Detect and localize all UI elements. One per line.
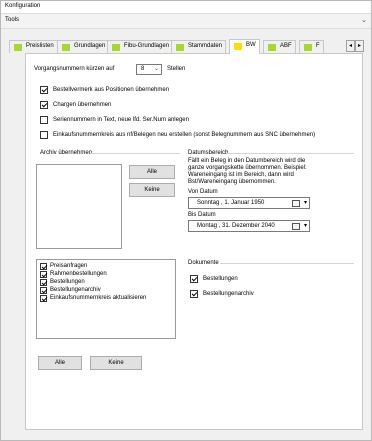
alle-button[interactable]: Alle: [38, 356, 82, 370]
archiv-keine-button[interactable]: Keine: [129, 183, 175, 197]
chevron-down-icon[interactable]: ▾: [304, 199, 307, 206]
bw-panel: Vorgangsnummern kürzen auf 8 ⌄ Stellen B…: [25, 53, 363, 430]
preisanfragen-label: Preisanfragen: [50, 263, 88, 269]
tools-label: Tools: [5, 17, 20, 23]
von-datum-picker[interactable]: Sonntag , 1. Januar 1950 ▾: [188, 197, 310, 209]
configuration-window: Konfiguration Tools ⌄ Preislisten Grundl…: [0, 0, 372, 441]
belegarten-checklist: Preisanfragen Rahmenbestellungen Bestell…: [36, 259, 176, 339]
vorgangsnummer-select[interactable]: 8 ⌄: [136, 64, 162, 75]
option-seriennummern-checkbox[interactable]: [40, 116, 48, 124]
tab-label: ABF: [280, 43, 292, 49]
calendar-icon[interactable]: [292, 223, 300, 230]
tab-color-icon: [112, 44, 120, 51]
tab-f[interactable]: F: [299, 40, 324, 53]
calendar-icon[interactable]: [292, 200, 300, 207]
option-chargen-checkbox[interactable]: [40, 101, 48, 109]
chevron-down-icon[interactable]: ▾: [304, 222, 307, 229]
divider: [226, 153, 354, 154]
bestellungen-label: Bestellungen: [50, 279, 85, 285]
datumsbereich-note: Fällt ein Beleg in den Datumbereich wird…: [188, 158, 307, 185]
datumsbereich-title: Datumsbereich: [188, 150, 229, 156]
option-bestellvermerk-checkbox[interactable]: [40, 86, 48, 94]
tools-bar[interactable]: Tools ⌄: [1, 13, 371, 29]
bestellungenarchiv-label: Bestellungenarchiv: [50, 287, 101, 293]
divider: [220, 263, 354, 264]
tab-fibu-grundlagen[interactable]: Fibu-Grundlagen: [107, 40, 174, 53]
option-seriennummern-label: Seriennummern in Text, neue lfd. Ser.Num…: [53, 117, 189, 123]
divider: [90, 153, 180, 154]
chevron-down-icon: ⌄: [153, 66, 159, 72]
einkaufsnummernkreis-aktualisieren-checkbox[interactable]: [40, 295, 47, 302]
tab-stammdaten[interactable]: Stammdaten: [171, 40, 227, 53]
tab-color-icon: [176, 44, 184, 51]
bis-datum-value: Montag , 31. Dezember 2040: [197, 223, 275, 229]
option-einkaufsnummernkreis-label: Einkaufsnummernkreis aus nf/Belegen neu …: [53, 132, 316, 138]
option-einkaufsnummernkreis-checkbox[interactable]: [40, 131, 48, 139]
tab-label: Stammdaten: [188, 43, 223, 49]
vorgangsnummer-label: Vorgangsnummern kürzen auf: [34, 66, 115, 72]
preisanfragen-checkbox[interactable]: [40, 263, 47, 270]
bestellungenarchiv-checkbox[interactable]: [40, 287, 47, 294]
dokumente-bestellungenarchiv-checkbox[interactable]: [190, 290, 198, 298]
bestellungen-checkbox[interactable]: [40, 279, 47, 286]
tab-label: Preislisten: [26, 43, 54, 49]
tab-abf[interactable]: ABF: [263, 40, 296, 53]
chevron-down-icon[interactable]: ⌄: [361, 16, 367, 24]
window-title: Konfiguration: [1, 1, 371, 13]
archiv-listbox[interactable]: [36, 164, 122, 249]
tab-color-icon: [268, 44, 276, 51]
einkaufsnummernkreis-aktualisieren-label: Einkaufsnummernkreis aktualisieren: [50, 295, 147, 301]
option-chargen-label: Chargen übernehmen: [53, 102, 112, 108]
tab-label: F: [316, 43, 320, 49]
tab-strip: Preislisten Grundlagen Fibu-Grundlagen S…: [9, 39, 364, 54]
rahmenbestellungen-label: Rahmenbestellungen: [50, 271, 107, 277]
tab-label: Fibu-Grundlagen: [124, 43, 170, 49]
stellen-label: Stellen: [167, 66, 186, 72]
vorgangsnummer-value: 8: [141, 66, 145, 72]
tab-grundlagen[interactable]: Grundlagen: [57, 40, 110, 53]
von-datum-value: Sonntag , 1. Januar 1950: [197, 200, 265, 206]
tab-color-icon: [304, 44, 312, 51]
bis-datum-label: Bis Datum: [188, 212, 216, 218]
tab-label: BW: [246, 42, 256, 48]
archiv-alle-button[interactable]: Alle: [129, 165, 175, 179]
dokumente-title: Dokumente: [188, 260, 219, 266]
tab-scroll-left-icon[interactable]: ◂: [346, 40, 355, 52]
option-bestellvermerk-label: Bestellvermerk aus Positionen übernehmen: [53, 87, 170, 93]
rahmenbestellungen-checkbox[interactable]: [40, 271, 47, 278]
tab-color-icon: [62, 44, 70, 51]
archiv-group-title: Archiv übernehmen: [40, 150, 93, 156]
tab-color-icon: [14, 44, 22, 51]
tab-scroll-right-icon[interactable]: ▸: [355, 40, 364, 52]
keine-button[interactable]: Keine: [90, 356, 142, 370]
dokumente-bestellungen-checkbox[interactable]: [190, 275, 198, 283]
tab-color-icon: [234, 43, 242, 50]
bis-datum-picker[interactable]: Montag , 31. Dezember 2040 ▾: [188, 220, 310, 232]
tab-label: Grundlagen: [74, 43, 106, 49]
tab-bw[interactable]: BW: [229, 39, 260, 54]
tab-preislisten[interactable]: Preislisten: [9, 40, 58, 53]
tab-scroll-arrows: ◂ ▸: [346, 40, 364, 52]
dokumente-bestellungenarchiv-label: Bestellungenarchiv: [203, 291, 254, 297]
von-datum-label: Von Datum: [188, 189, 218, 195]
dokumente-bestellungen-label: Bestellungen: [203, 276, 238, 282]
